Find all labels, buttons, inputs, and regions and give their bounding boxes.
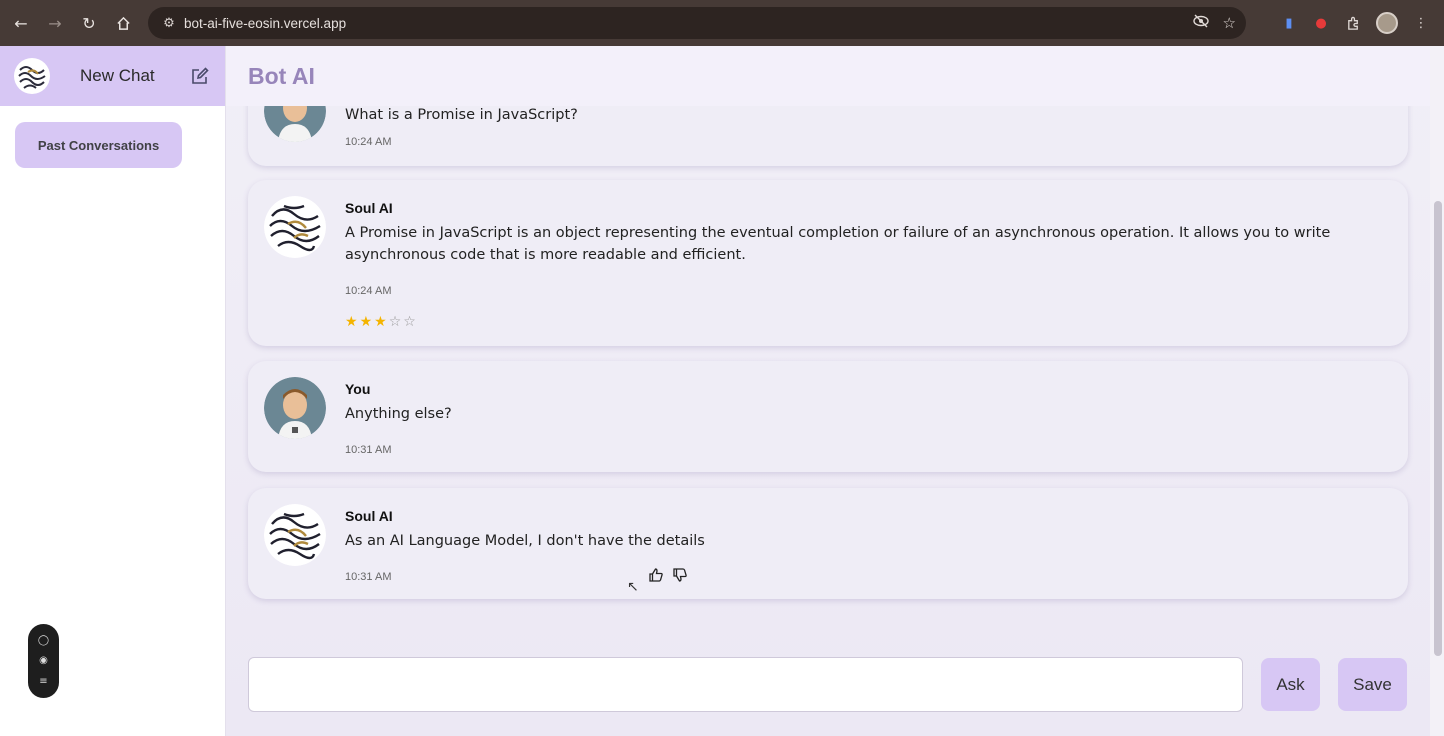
menu-icon[interactable]: ⋮: [1412, 14, 1430, 32]
message-time: 10:31 AM: [345, 571, 392, 583]
top-bar: Bot AI: [226, 46, 1430, 106]
save-button[interactable]: Save: [1338, 658, 1407, 711]
message-text: As an AI Language Model, I don't have th…: [345, 533, 705, 549]
main-panel: Bot AI What is a Promise in JavaScript? …: [226, 46, 1444, 736]
extension-red-icon[interactable]: ●: [1312, 14, 1330, 32]
thumbs-up-icon[interactable]: [648, 567, 664, 587]
list-icon[interactable]: ≡: [39, 676, 47, 687]
home-icon[interactable]: [106, 6, 140, 40]
past-conversations-button[interactable]: Past Conversations: [15, 122, 182, 168]
soul-ai-avatar: [264, 504, 326, 566]
star-icon-filled: ★: [374, 314, 387, 330]
new-chat-header[interactable]: New Chat: [0, 46, 225, 106]
soul-ai-avatar: [264, 196, 326, 258]
back-icon[interactable]: ←: [4, 6, 38, 40]
new-chat-label: New Chat: [80, 66, 155, 85]
message-card: You Anything else? 10:31 AM: [248, 361, 1408, 472]
eye-icon[interactable]: ◉: [39, 655, 48, 666]
star-icon-empty: ☆: [403, 314, 416, 330]
site-settings-icon[interactable]: ⚙: [154, 16, 184, 31]
message-text: A Promise in JavaScript is an object rep…: [345, 225, 1331, 263]
star-icon-empty: ☆: [388, 314, 402, 330]
message-author: Soul AI: [345, 200, 393, 216]
message-text: Anything else?: [345, 406, 452, 422]
reload-icon[interactable]: ↻: [72, 6, 106, 40]
ask-button[interactable]: Ask: [1261, 658, 1320, 711]
forward-icon[interactable]: →: [38, 6, 72, 40]
url-text: bot-ai-five-eosin.vercel.app: [184, 15, 347, 31]
eye-off-icon[interactable]: [1192, 14, 1209, 32]
mouse-cursor: ↖: [627, 579, 639, 595]
message-card: Soul AI As an AI Language Model, I don't…: [248, 488, 1408, 599]
address-bar[interactable]: ⚙ bot-ai-five-eosin.vercel.app ☆: [148, 7, 1246, 39]
chat-bubble-icon[interactable]: ◯: [38, 635, 49, 646]
edit-icon[interactable]: [189, 65, 211, 87]
message-time: 10:24 AM: [345, 136, 392, 148]
message-text: What is a Promise in JavaScript?: [345, 107, 578, 123]
thumbs-down-icon[interactable]: [672, 567, 688, 587]
browser-toolbar: ← → ↻ ⚙ bot-ai-five-eosin.vercel.app ☆ ▮…: [0, 0, 1444, 46]
message-time: 10:24 AM: [345, 285, 392, 297]
scrollbar-thumb[interactable]: [1434, 201, 1442, 656]
user-avatar: [264, 377, 326, 439]
brand-title: Bot AI: [248, 62, 315, 89]
bot-logo: [14, 58, 50, 94]
star-icon-filled: ★: [345, 314, 358, 330]
chat-messages: What is a Promise in JavaScript? 10:24 A…: [226, 46, 1430, 646]
message-author: Soul AI: [345, 508, 393, 524]
extension-doc-icon[interactable]: ▮: [1280, 14, 1298, 32]
message-time: 10:31 AM: [345, 444, 392, 456]
sidebar: New Chat Past Conversations ◯ ◉ ≡: [0, 46, 226, 736]
star-icon-filled: ★: [359, 314, 373, 330]
message-card: Soul AI A Promise in JavaScript is an ob…: [248, 180, 1408, 346]
profile-avatar[interactable]: [1376, 12, 1398, 34]
message-input[interactable]: [248, 657, 1243, 712]
rating-stars: ★ ★ ★ ☆ ☆: [345, 314, 416, 330]
extensions-icon[interactable]: [1344, 14, 1362, 32]
scrollbar[interactable]: [1430, 46, 1444, 736]
bookmark-star-icon[interactable]: ☆: [1223, 14, 1236, 32]
feedback-buttons: [648, 567, 688, 587]
floating-widget[interactable]: ◯ ◉ ≡: [28, 624, 59, 698]
message-author: You: [345, 381, 371, 397]
